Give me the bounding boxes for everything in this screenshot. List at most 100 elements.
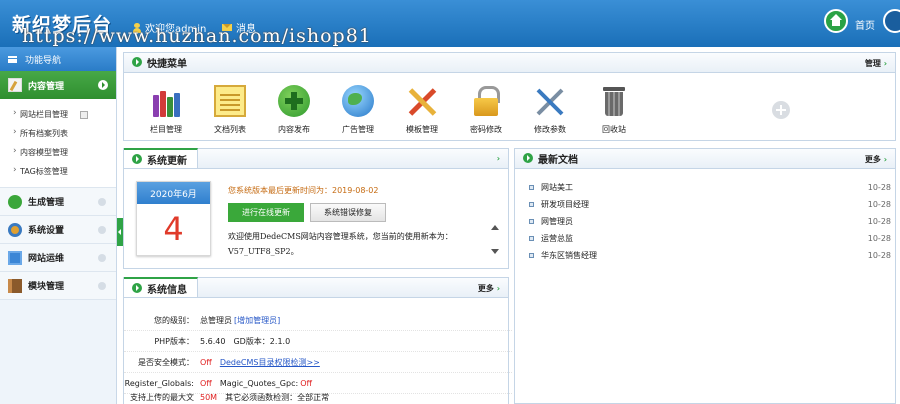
sidebar-item-tags[interactable]: TAG标签管理 xyxy=(0,162,116,181)
info-value: Off Magic_Quotes_Gpc: Off xyxy=(200,379,312,388)
list-item[interactable]: 华东区销售经理 10-28 xyxy=(529,247,891,264)
trash-icon xyxy=(598,85,630,117)
doc-title[interactable]: 研发项目经理 xyxy=(541,199,589,210)
sidebar-item-models[interactable]: 内容模型管理 xyxy=(0,143,116,162)
doc-title[interactable]: 华东区销售经理 xyxy=(541,250,597,261)
list-item[interactable]: 网管理员 10-28 xyxy=(529,213,891,230)
doc-date: 10-28 xyxy=(867,183,891,192)
quick-item-category[interactable]: 栏目管理 xyxy=(134,85,198,135)
chevron-right-icon: › xyxy=(883,155,887,164)
doc-title[interactable]: 网站美工 xyxy=(541,182,573,193)
expand-icon xyxy=(98,226,106,234)
sidebar-title: 功能导航 xyxy=(25,55,62,66)
info-row-upload: 支持上传的最大文 50M 其它必须函数检测：全部正常 xyxy=(124,392,512,404)
update-message: 欢迎使用DedeCMS网站内容管理系统，您当前的使用新本为： V57_UTF8_… xyxy=(228,229,478,259)
doc-title[interactable]: 运营总监 xyxy=(541,233,573,244)
book-icon xyxy=(8,278,22,293)
sidebar-section-settings[interactable]: 系统设置 xyxy=(0,216,116,244)
add-shortcut-icon[interactable] xyxy=(772,101,790,119)
quick-item-label: 文档列表 xyxy=(214,125,246,134)
quick-item-publish[interactable]: 内容发布 xyxy=(262,85,326,135)
chevron-right-icon: › xyxy=(883,59,887,68)
info-value: Off DedeCMS目录权限检测>> xyxy=(200,357,320,368)
bullet-icon xyxy=(529,185,534,190)
panel-title: 系统更新 xyxy=(124,148,198,168)
sidebar-section-generate[interactable]: 生成管理 xyxy=(0,188,116,216)
sidebar-item-archives[interactable]: 所有档案列表 xyxy=(0,124,116,143)
error-fix-button[interactable]: 系统错误修复 xyxy=(310,203,386,222)
info-value: 总管理员 [增加管理员] xyxy=(200,315,280,326)
quick-item-doclist[interactable]: 文档列表 xyxy=(198,85,262,135)
quick-item-ads[interactable]: 广告管理 xyxy=(326,85,390,135)
more-info-link[interactable]: 更多 › xyxy=(478,283,500,294)
logout-icon[interactable] xyxy=(883,9,900,33)
quick-menu-panel: 快捷菜单 管理 › 栏目管理 文档列表 内容发布 广告管理 模板管理 密码修改 … xyxy=(123,52,896,141)
quick-item-label: 回收站 xyxy=(602,125,626,134)
panel-title-text: 系统更新 xyxy=(147,155,187,167)
edit-icon xyxy=(8,78,22,92)
expand-link[interactable]: › xyxy=(497,154,500,163)
quick-item-password[interactable]: 密码修改 xyxy=(454,85,518,135)
calendar-widget: 2020年6月 4 xyxy=(136,181,211,256)
add-admin-link[interactable]: [增加管理员] xyxy=(234,315,280,326)
sidebar-item-category[interactable]: 网站栏目管理 xyxy=(0,105,116,124)
more-link-text: 更多 xyxy=(477,284,494,293)
arrow-circle-icon xyxy=(132,283,142,293)
list-item[interactable]: 运营总监 10-28 xyxy=(529,230,891,247)
manage-link[interactable]: 管理 › xyxy=(865,58,887,69)
sidebar-header: 功能导航 xyxy=(0,47,116,71)
functions-check-text: 其它必须函数检测：全部正常 xyxy=(225,393,330,402)
quick-item-templates[interactable]: 模板管理 xyxy=(390,85,454,135)
scroll-down-icon[interactable] xyxy=(491,249,499,254)
quick-item-recycle[interactable]: 回收站 xyxy=(582,85,646,135)
monitor-icon xyxy=(8,250,22,265)
expand-icon xyxy=(98,254,106,262)
quick-menu-items: 栏目管理 文档列表 内容发布 广告管理 模板管理 密码修改 修改参数 回收站 xyxy=(134,85,646,135)
upload-max-value: 50M xyxy=(200,393,218,402)
sidebar-section-ops[interactable]: 网站运维 xyxy=(0,244,116,272)
expand-icon xyxy=(98,198,106,206)
sub-item-label: TAG标签管理 xyxy=(20,167,68,176)
sidebar-section-modules[interactable]: 模块管理 xyxy=(0,272,116,300)
calendar-month: 2020年6月 xyxy=(137,182,210,204)
text-scrollbar[interactable] xyxy=(490,225,500,259)
chevron-right-icon: › xyxy=(496,284,500,293)
doc-title[interactable]: 网管理员 xyxy=(541,216,573,227)
list-item[interactable]: 网站美工 10-28 xyxy=(529,179,891,196)
tools-icon xyxy=(406,85,438,117)
dir-permission-link[interactable]: DedeCMS目录权限检测>> xyxy=(220,357,320,368)
panel-title: 快捷菜单 xyxy=(124,52,197,72)
panel-title: 系统信息 xyxy=(124,277,198,297)
list-item[interactable]: 研发项目经理 10-28 xyxy=(529,196,891,213)
add-icon[interactable] xyxy=(80,110,88,119)
panel-header: 系统更新 › xyxy=(124,148,508,169)
register-globals-value: Off xyxy=(200,378,212,388)
sub-item-label: 内容模型管理 xyxy=(20,148,68,157)
quick-item-label: 模板管理 xyxy=(406,125,438,134)
sidebar-section-content[interactable]: 内容管理 xyxy=(0,71,116,99)
menu-icon xyxy=(8,55,17,63)
arrow-circle-icon xyxy=(132,57,142,67)
latest-docs-panel: 最新文档 更多 › 网站美工 10-28 研发项目经理 10-28 网管理员 10-2… xyxy=(514,148,896,404)
home-icon[interactable] xyxy=(824,9,848,33)
panel-header: 最新文档 更多 › xyxy=(515,149,895,169)
section-label: 系统设置 xyxy=(28,226,65,236)
online-update-button[interactable]: 进行在线更新 xyxy=(228,203,304,222)
quick-item-label: 密码修改 xyxy=(470,125,502,134)
bullet-icon xyxy=(529,202,534,207)
magic-quotes-key: Magic_Quotes_Gpc: xyxy=(219,378,299,388)
section-label: 网站运维 xyxy=(28,254,65,264)
panel-title-text: 最新文档 xyxy=(538,154,578,166)
arrow-right-icon xyxy=(98,80,108,90)
more-docs-link[interactable]: 更多 › xyxy=(865,154,887,165)
doc-date: 10-28 xyxy=(867,200,891,209)
arrow-circle-icon xyxy=(132,154,142,164)
info-row-safe-mode: 是否安全模式： Off DedeCMS目录权限检测>> xyxy=(124,352,512,373)
globe-icon xyxy=(342,85,374,117)
home-link[interactable]: 首页 xyxy=(855,17,875,32)
update-message-line: 欢迎使用DedeCMS网站内容管理系统，您当前的使用新本为： xyxy=(228,232,453,241)
last-update-text: 您系统版本最后更新时间为：2019-08-02 xyxy=(228,186,379,195)
magic-quotes-value: Off xyxy=(300,378,312,388)
quick-item-params[interactable]: 修改参数 xyxy=(518,85,582,135)
scroll-up-icon[interactable] xyxy=(491,225,499,230)
